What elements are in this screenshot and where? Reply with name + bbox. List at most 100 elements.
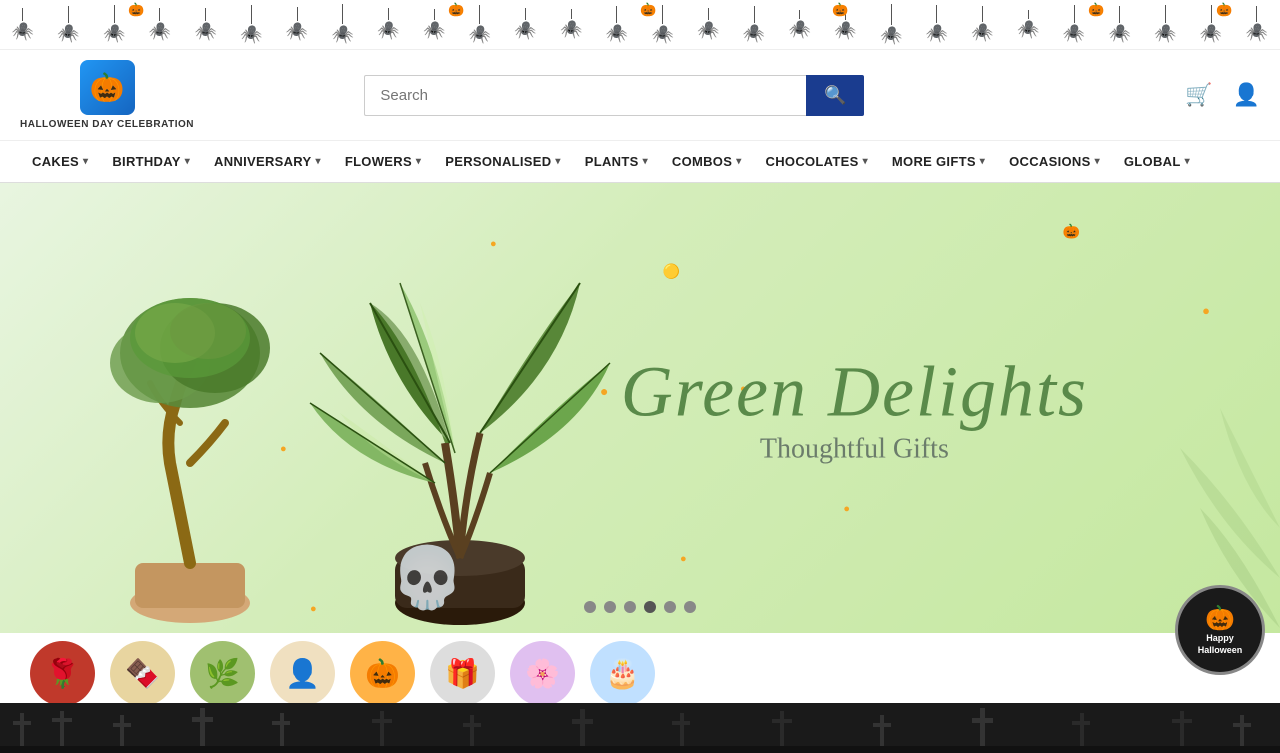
- carousel-dot-1[interactable]: [584, 601, 596, 613]
- nav-label-cakes: CAKES: [32, 154, 79, 169]
- spider-string: [342, 4, 343, 24]
- nav-item-occasions[interactable]: OCCASIONS▾: [997, 141, 1112, 183]
- spider-body: 🕷️: [12, 21, 34, 42]
- bottom-section: 🌹 🍫 🌿 👤 🎃 🎁 🌸 🎂: [0, 633, 1280, 703]
- accent-dot-6: ●: [310, 603, 317, 615]
- nav-item-chocolates[interactable]: CHOCOLATES ▾: [754, 141, 880, 183]
- nav-item-plants[interactable]: PLANTS▾: [573, 141, 660, 183]
- accent-dot-4: ●: [1202, 303, 1210, 318]
- nav-item-birthday[interactable]: BIRTHDAY▾: [100, 141, 202, 183]
- halloween-silhouette-svg: [0, 703, 1280, 753]
- accent-dot-5: ●: [280, 443, 287, 455]
- search-input[interactable]: [364, 75, 806, 116]
- site-title: HALLOWEEN DAY CELEBRATION: [20, 119, 194, 130]
- pumpkin-float-1: 🎃: [1063, 223, 1080, 240]
- search-area: 🔍: [364, 75, 864, 116]
- spider-body: 🕷️: [1200, 23, 1222, 44]
- nav-chevron-chocolates: ▾: [863, 156, 868, 167]
- thumb-3[interactable]: 🌿: [190, 641, 255, 703]
- spider-string: [297, 7, 298, 21]
- spider-item: 🕷️: [57, 6, 79, 44]
- nav-item-flowers[interactable]: FLOWERS▾: [333, 141, 433, 183]
- nav-label-chocolates: CHOCOLATES: [766, 154, 859, 169]
- nav-label-global: GLOBAL: [1124, 154, 1181, 169]
- spider-body: 🕷️: [880, 25, 902, 46]
- spider-body: 🕷️: [469, 24, 491, 45]
- spider-string: [1256, 6, 1257, 22]
- accent-dot-7: ●: [680, 553, 687, 565]
- nav-label-birthday: BIRTHDAY: [112, 154, 180, 169]
- spider-body: 🕷️: [1154, 23, 1176, 44]
- spider-item: 🕷️: [880, 4, 902, 46]
- spider-item: 🕷️: [469, 5, 491, 45]
- spider-body: 🕷️: [1246, 22, 1268, 43]
- spider-item: 🕷️: [377, 8, 399, 41]
- spider-body: 🕷️: [697, 20, 719, 41]
- header-icons: 🛒 👤: [1185, 82, 1260, 108]
- thumbnail-row: 🌹 🍫 🌿 👤 🎃 🎁 🌸 🎂: [0, 633, 1280, 703]
- pumpkin-accent: 🎃: [1216, 2, 1232, 18]
- spider-item: 🕷️: [697, 8, 719, 41]
- thumb-6[interactable]: 🎁: [430, 641, 495, 703]
- spider-body: 🕷️: [514, 20, 536, 41]
- nav-item-personalised[interactable]: PERSONALISED▾: [433, 141, 573, 183]
- spider-string: [159, 8, 160, 21]
- thumb-8[interactable]: 🎂: [590, 641, 655, 703]
- nav-chevron-global: ▾: [1185, 156, 1190, 167]
- spider-string: [1165, 5, 1166, 23]
- carousel-dot-5[interactable]: [664, 601, 676, 613]
- spider-body: 🕷️: [1017, 19, 1039, 40]
- nav-chevron-anniversary: ▾: [316, 156, 321, 167]
- carousel-dot-2[interactable]: [604, 601, 616, 613]
- spider-string: [251, 5, 252, 24]
- thumb-4[interactable]: 👤: [270, 641, 335, 703]
- halloween-bottom-bar: [0, 703, 1280, 753]
- carousel-dot-3[interactable]: [624, 601, 636, 613]
- spider-string: [22, 8, 23, 21]
- halloween-badge: 🎃 Happy Halloween: [1175, 585, 1265, 675]
- spider-string: [525, 8, 526, 20]
- thumb-2[interactable]: 🍫: [110, 641, 175, 703]
- nav-item-combos[interactable]: COMBOS▾: [660, 141, 754, 183]
- spider-item: 🕷️: [789, 10, 811, 40]
- nav-chevron-personalised: ▾: [555, 156, 560, 167]
- spider-item: 🕷️: [560, 9, 582, 40]
- nav-label-combos: COMBOS: [672, 154, 732, 169]
- nav-item-global[interactable]: GLOBAL ▾: [1112, 141, 1202, 183]
- login-icon[interactable]: 👤: [1233, 82, 1260, 108]
- spider-item: 🕷️: [194, 8, 216, 42]
- thumb-7[interactable]: 🌸: [510, 641, 575, 703]
- nav-item-more-gifts[interactable]: MORE GIFTS▾: [880, 141, 997, 183]
- spider-body: 🕷️: [789, 19, 811, 40]
- spider-item: 🕷️: [103, 5, 125, 44]
- accent-dot-1: ●: [490, 238, 497, 250]
- spider-string: [205, 8, 206, 21]
- search-button[interactable]: 🔍: [806, 75, 864, 116]
- spider-body: 🕷️: [377, 20, 399, 41]
- spider-item: 🕷️: [1063, 5, 1085, 44]
- carousel-dot-6[interactable]: [684, 601, 696, 613]
- thumb-1[interactable]: 🌹: [30, 641, 95, 703]
- spider-string: [1119, 6, 1120, 23]
- thumb-5[interactable]: 🎃: [350, 641, 415, 703]
- spider-item: 🕷️: [1246, 6, 1268, 43]
- spider-string: [68, 6, 69, 23]
- pumpkin-accent: 🎃: [448, 2, 464, 18]
- carousel-dots: [584, 601, 696, 613]
- cart-icon[interactable]: 🛒: [1185, 82, 1212, 108]
- hero-banner: 💀 🎃 🟡 ● ● ● ● ● ● ● ● ● Green Delights T…: [0, 183, 1280, 633]
- header: 🎃 HALLOWEEN DAY CELEBRATION 🔍 🛒 👤: [0, 50, 1280, 141]
- spider-body: 🕷️: [103, 23, 125, 44]
- spider-body: 🕷️: [606, 23, 628, 44]
- spider-item: 🕷️: [514, 8, 536, 41]
- pumpkin-accent: 🎃: [832, 2, 848, 18]
- search-icon: 🔍: [824, 85, 846, 105]
- nav-item-cakes[interactable]: CAKES▾: [20, 141, 100, 183]
- spider-body: 🕷️: [926, 23, 948, 44]
- spider-item: 🕷️: [1017, 10, 1039, 40]
- carousel-dot-4[interactable]: [644, 601, 656, 613]
- badge-icon: 🎃: [1205, 604, 1235, 633]
- logo-area: 🎃 HALLOWEEN DAY CELEBRATION: [20, 60, 194, 130]
- spider-item: 🕷️: [332, 4, 354, 45]
- nav-item-anniversary[interactable]: ANNIVERSARY▾: [202, 141, 333, 183]
